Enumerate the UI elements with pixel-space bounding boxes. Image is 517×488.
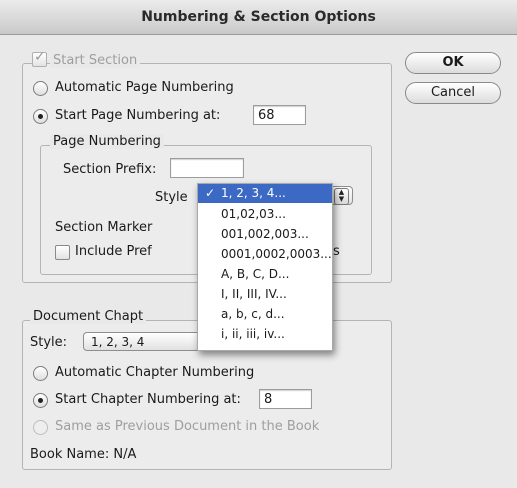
same-as-previous-radio[interactable] <box>33 420 48 435</box>
window-title: Numbering & Section Options <box>0 0 517 35</box>
auto-page-numbering-label: Automatic Page Numbering <box>55 80 234 95</box>
page-numbering-heading: Page Numbering <box>50 134 164 149</box>
chapter-style-select[interactable]: 1, 2, 3, 4 <box>83 332 201 351</box>
section-prefix-label: Section Prefix: <box>63 162 157 177</box>
auto-chapter-numbering-label: Automatic Chapter Numbering <box>55 365 255 380</box>
include-prefix-label-tail: s <box>333 244 340 259</box>
style-option-a-b-c-lower[interactable]: a, b, c, d... <box>198 305 332 324</box>
book-name-label: Book Name: N/A <box>30 447 137 462</box>
style-option-1-2-3-4[interactable]: ✓ 1, 2, 3, 4... <box>198 184 332 203</box>
cancel-button[interactable]: Cancel <box>405 82 501 104</box>
same-as-previous-label: Same as Previous Document in the Book <box>55 419 320 434</box>
start-chapter-numbering-label: Start Chapter Numbering at: <box>55 392 241 407</box>
style-option-roman-upper[interactable]: I, II, III, IV... <box>198 285 332 304</box>
auto-page-numbering-radio[interactable] <box>33 81 48 96</box>
include-prefix-label: Include Pref <box>75 244 152 259</box>
style-option-01-02-03[interactable]: 01,02,03... <box>198 205 332 224</box>
start-chapter-numbering-radio[interactable] <box>33 393 48 408</box>
style-label: Style <box>155 190 188 205</box>
start-page-numbering-label: Start Page Numbering at: <box>55 108 221 123</box>
style-option-roman-lower[interactable]: i, ii, iii, iv... <box>198 325 332 344</box>
style-option-0001-0002-0003[interactable]: 0001,0002,0003... <box>198 245 332 264</box>
section-marker-label: Section Marker <box>55 220 153 235</box>
select-arrows-icon: ▲ ▼ <box>334 188 349 205</box>
ok-button[interactable]: OK <box>405 52 501 74</box>
document-chapter-heading: Document Chapt <box>30 309 147 324</box>
start-section-label: Start Section <box>50 53 141 68</box>
style-option-001-002-003[interactable]: 001,002,003... <box>198 225 332 244</box>
checkmark-icon: ✓ <box>205 186 216 200</box>
start-page-numbering-radio[interactable] <box>33 109 48 124</box>
section-prefix-input[interactable] <box>170 158 244 178</box>
include-prefix-checkbox[interactable] <box>55 245 70 260</box>
auto-chapter-numbering-radio[interactable] <box>33 366 48 381</box>
style-option-a-b-c-upper[interactable]: A, B, C, D... <box>198 265 332 284</box>
chapter-style-label: Style: <box>30 335 68 350</box>
checkmark-icon: ✓ <box>34 49 46 65</box>
style-dropdown-menu: ✓ 1, 2, 3, 4... 01,02,03... 001,002,003.… <box>197 183 333 351</box>
start-chapter-input[interactable]: 8 <box>259 389 312 409</box>
start-section-checkbox[interactable]: ✓ <box>32 49 47 67</box>
start-page-input[interactable]: 68 <box>253 105 306 125</box>
